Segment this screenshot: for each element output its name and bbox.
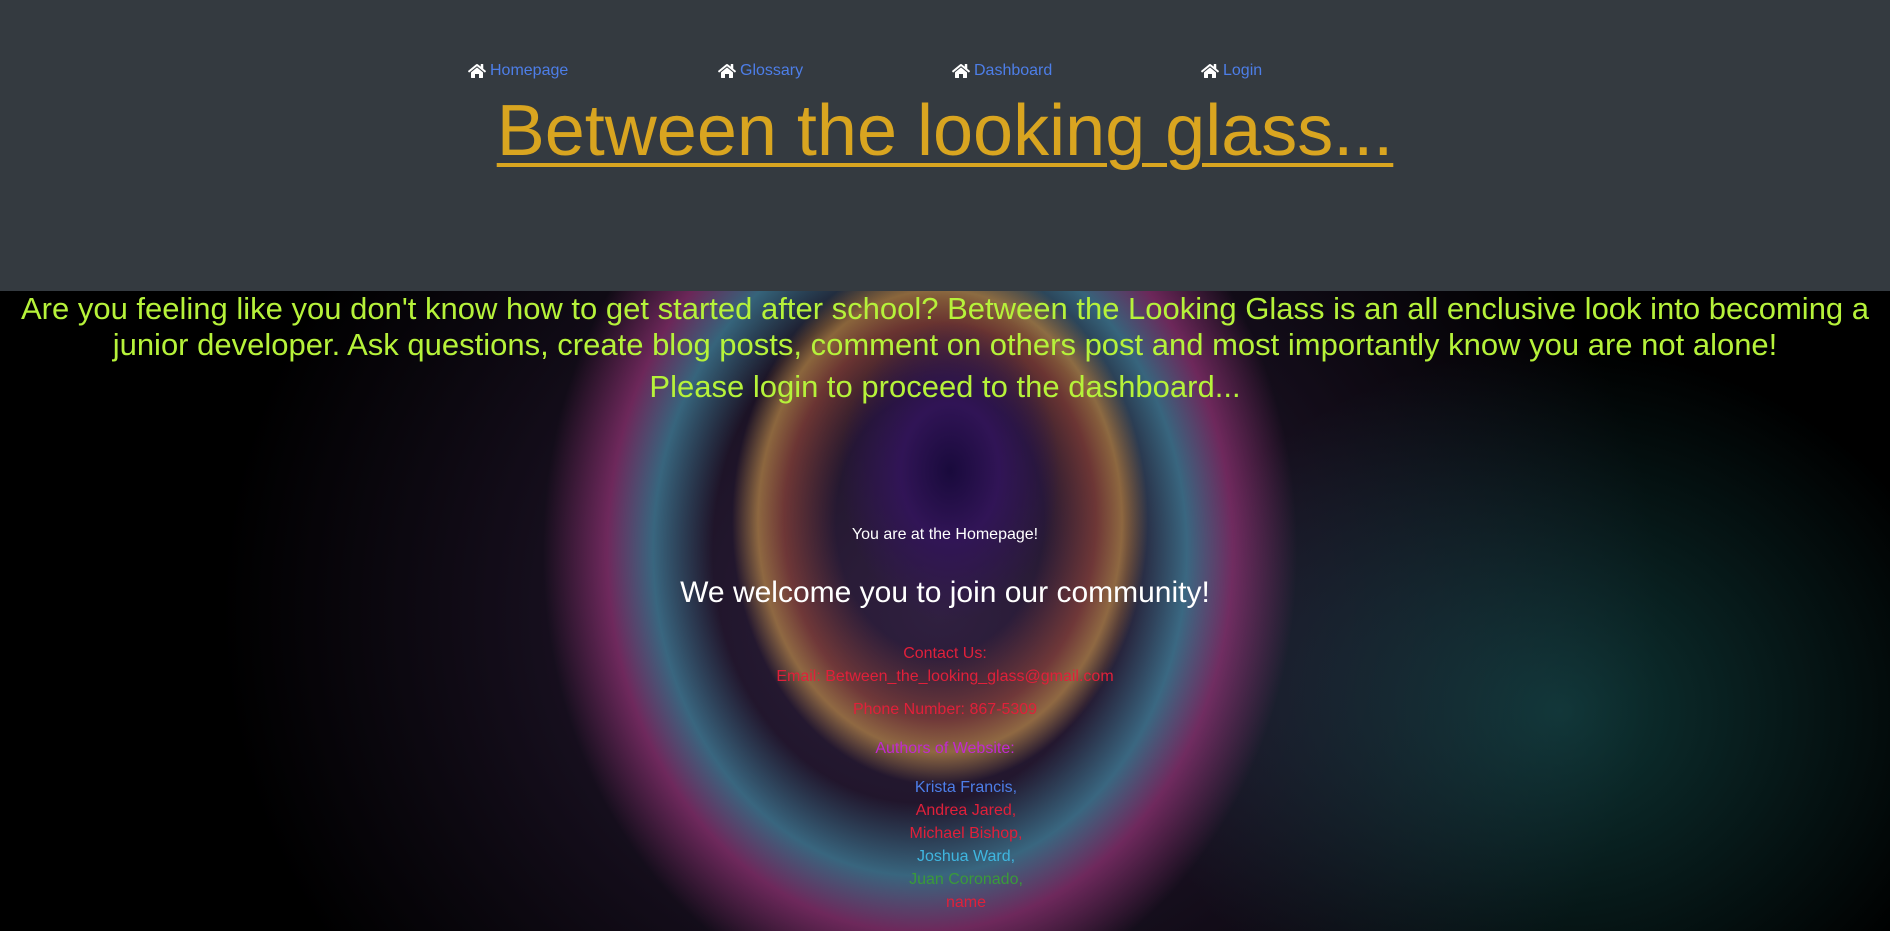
author-name: Juan Coronado, [909, 871, 1023, 888]
welcome-heading: We welcome you to join our community! [680, 576, 1210, 609]
nav-homepage-link[interactable]: Homepage [468, 62, 568, 80]
home-icon [1201, 64, 1219, 78]
nav-label: Login [1223, 62, 1263, 79]
contact-section: Contact Us: Email: Between_the_looking_g… [0, 642, 1890, 688]
authors-list: Krista Francis, Andrea Jared, Michael Bi… [866, 776, 1066, 914]
authors-heading: Authors of Website: [875, 740, 1015, 757]
contact-email: Email: Between_the_looking_glass@gmail.c… [776, 668, 1114, 685]
author-name: Andrea Jared, [915, 802, 1017, 819]
page-location-text: You are at the Homepage! [851, 526, 1039, 543]
site-header: Homepage Glossary Dashboard Login Betwee… [0, 0, 1890, 291]
intro-section: Are you feeling like you don't know how … [8, 291, 1882, 405]
author-name: Michael Bishop, [909, 825, 1023, 842]
nav-dashboard-link[interactable]: Dashboard [952, 62, 1052, 80]
home-icon [718, 64, 736, 78]
nav-label: Glossary [740, 62, 804, 79]
nav-label: Dashboard [974, 62, 1053, 79]
home-icon [952, 64, 970, 78]
site-title-link[interactable]: Between the looking glass... [0, 88, 1890, 174]
author-name: Krista Francis, [914, 779, 1018, 796]
nav-label: Homepage [490, 62, 569, 79]
nav-login-link[interactable]: Login [1201, 62, 1262, 80]
login-prompt: Please login to proceed to the dashboard… [649, 369, 1241, 404]
home-icon [468, 64, 486, 78]
intro-text: Are you feeling like you don't know how … [20, 291, 1870, 362]
author-name: name [945, 894, 987, 911]
nav-glossary-link[interactable]: Glossary [718, 62, 803, 80]
contact-phone: Phone Number: 867-5309 [852, 701, 1038, 718]
contact-heading: Contact Us: [903, 645, 987, 662]
author-name: Joshua Ward, [916, 848, 1016, 865]
